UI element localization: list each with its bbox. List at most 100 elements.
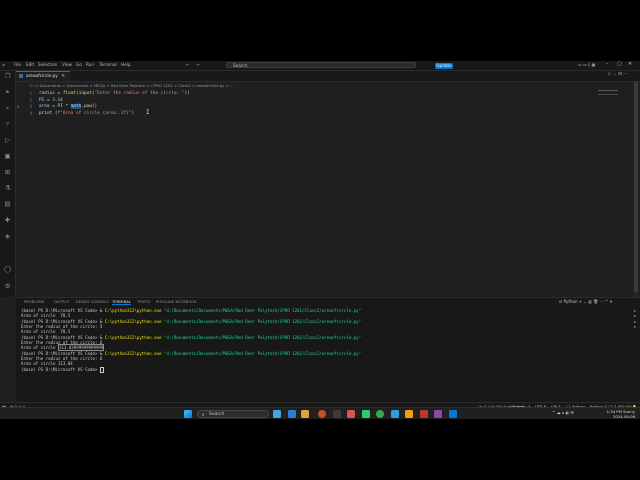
breadcrumb[interactable]: C: > Documents > Documents > MEGA > Red … (30, 83, 234, 88)
bottom-panel: PROBLEMS OUTPUT DEBUG CONSOLE TERMINAL P… (16, 297, 640, 402)
file-explorer-icon[interactable] (301, 410, 309, 418)
notebook-icon[interactable]: ▤ (4, 201, 11, 208)
close-tab-icon[interactable]: × (61, 73, 65, 79)
scrollbar-thumb[interactable] (634, 82, 638, 292)
tab-physlide-notebook[interactable]: PHYSLIDE NOTEBOOK (156, 300, 197, 304)
terminal-line: Area of circle 78.5 (21, 313, 71, 318)
editor-scrollbar[interactable] (634, 82, 638, 297)
terminal-line: Area of circle 78.5 (21, 329, 71, 334)
activity-bar: ❐ ⚭ ⌕ ⑂ ▷ ▣ ⊞ ⚗ ▤ ✚ ◈ ◯ ⚙ (0, 71, 16, 297)
menu-terminal[interactable]: Terminal (99, 62, 117, 67)
testing-icon[interactable]: ⚗ (4, 185, 11, 192)
app-icon-purple[interactable] (434, 410, 442, 418)
terminal-line: Area of circle 113.03999999999999 (21, 344, 105, 351)
command-search-input[interactable]: Search (226, 62, 416, 68)
python-file-icon (19, 74, 23, 78)
selected-text: math (70, 104, 82, 109)
selected-output: 113.03999999999999 (57, 344, 105, 351)
add-terminal-icon[interactable]: + ⌄ (579, 299, 587, 304)
extensions-icon[interactable]: ⊞ (4, 169, 11, 176)
line-number: 4 (29, 111, 32, 116)
terminal-line: (base) PS D:\Microsoft VS Code> & C:\pyt… (21, 308, 362, 313)
minimap[interactable] (598, 90, 618, 95)
terminal-shell-icon: ⊡ (559, 299, 563, 304)
windows-taskbar: ⌕ Search ^ ☁ ⌂ ◐ ✉ 1:34 PM Sunny 2024-09… (0, 407, 640, 419)
layout-icons[interactable]: ▭ ▭ ▯ ▦ (578, 62, 595, 67)
taskbar-search[interactable]: ⌕ Search (197, 410, 269, 418)
menu-view[interactable]: View (62, 62, 72, 67)
line-number: 1 (29, 91, 32, 96)
settings-gear-icon[interactable]: ⚙ (4, 283, 11, 290)
database-icon[interactable]: ◈ (4, 233, 11, 240)
title-bar: ◈ File Edit Selection View Go Run Termin… (0, 61, 640, 71)
more-actions-icon[interactable]: ⋯ (599, 299, 603, 304)
tab-debug-console[interactable]: DEBUG CONSOLE (76, 300, 109, 304)
menu-run[interactable]: Run (86, 62, 94, 67)
menu-file[interactable]: File (14, 62, 21, 67)
minimize-icon[interactable]: – (606, 61, 609, 67)
terminal-list-icons[interactable]: ▸ ▸ ▸ ▸ (634, 308, 636, 329)
windows-start-icon[interactable] (184, 410, 192, 418)
tab-problems[interactable]: PROBLEMS (24, 300, 44, 304)
close-window-icon[interactable]: ✕ (628, 61, 632, 67)
close-panel-icon[interactable]: ✕ (609, 299, 612, 304)
vscode-taskbar-icon[interactable] (449, 410, 457, 418)
python-icon[interactable]: ✚ (4, 217, 11, 224)
terminal-shell-label[interactable]: Python (564, 299, 578, 304)
app-icon-pink[interactable] (347, 410, 355, 418)
update-button[interactable]: Update (435, 62, 453, 69)
text-cursor-icon: I (146, 109, 150, 116)
terminal-cursor (99, 367, 104, 373)
menu-selection[interactable]: Selection (38, 62, 57, 67)
code-line-1: radius = float(input("Enter the radius o… (39, 91, 190, 96)
remote-explorer-icon[interactable]: ▣ (4, 153, 11, 160)
line-number: 3 (29, 104, 32, 109)
terminal-actions: ⊡ Python + ⌄ ▥ 🗑 ⋯ ^ ✕ (559, 299, 613, 304)
tab-output[interactable]: OUTPUT (54, 300, 69, 304)
kill-terminal-icon[interactable]: 🗑 (593, 299, 598, 304)
maximize-panel-icon[interactable]: ^ (605, 299, 608, 304)
code-line-4: print (f"Area of circle {area:.2f}") (39, 111, 135, 116)
system-tray-icons[interactable]: ^ ☁ ⌂ ◐ ✉ (552, 410, 574, 415)
search-icon[interactable]: ⌕ (4, 105, 11, 112)
app-icon-darkred[interactable] (420, 410, 428, 418)
menu-help[interactable]: Help (121, 62, 131, 67)
split-terminal-icon[interactable]: ▥ (588, 299, 592, 304)
command-search-text: Search (233, 62, 248, 68)
code-editor[interactable]: 1 2 3 4 ♀ radius = float(input("Enter th… (16, 89, 626, 289)
menu-go[interactable]: Go (76, 62, 82, 67)
maximize-icon[interactable]: ▢ (617, 61, 622, 67)
app-icon-gray[interactable] (333, 410, 341, 418)
taskbar-search-text: Search (209, 411, 225, 417)
app-icon-red[interactable] (318, 410, 326, 418)
task-view-icon[interactable] (273, 410, 281, 418)
lightbulb-icon[interactable]: ♀ (17, 104, 19, 109)
nav-forward-icon[interactable]: → (196, 62, 200, 67)
chrome-icon[interactable] (376, 410, 384, 418)
explorer-icon[interactable]: ❐ (4, 73, 11, 80)
nav-back-icon[interactable]: ← (186, 62, 190, 67)
source-control-icon[interactable]: ⑂ (4, 121, 11, 128)
terminal-prompt: (base) PS D:\Microsoft VS Code> (21, 367, 104, 373)
tab-areaofcircle[interactable]: areaofcircle.py × (16, 71, 70, 81)
line-number: 2 (29, 98, 32, 103)
menu-edit[interactable]: Edit (26, 62, 34, 67)
app-icon-green[interactable] (362, 410, 370, 418)
tab-terminal[interactable]: TERMINAL (112, 300, 132, 305)
app-icon-orange[interactable] (405, 410, 413, 418)
terminal-line: Area of circle 113.04 (21, 361, 73, 366)
vscode-logo-icon: ◈ (2, 62, 6, 67)
app-icon-blue[interactable] (391, 410, 399, 418)
tab-label: areaofcircle.py (26, 73, 58, 79)
code-line-3: area = PI * math.pow() (39, 104, 98, 109)
taskbar-search-icon: ⌕ (202, 412, 205, 418)
accounts-group-icon[interactable]: ⚭ (4, 89, 11, 96)
tab-ports[interactable]: PORTS (138, 300, 150, 304)
mail-icon[interactable] (288, 410, 296, 418)
run-debug-icon[interactable]: ▷ (4, 137, 11, 144)
run-file-icon[interactable]: ▷ ⌄ ⊟ ⋯ (608, 72, 628, 77)
code-line-2: PI = 3.14 (39, 98, 63, 103)
taskbar-clock[interactable]: 1:34 PM Sunny 2024-09-06 (595, 409, 635, 419)
vscode-window: ◈ File Edit Selection View Go Run Termin… (0, 61, 640, 419)
account-icon[interactable]: ◯ (4, 266, 11, 273)
